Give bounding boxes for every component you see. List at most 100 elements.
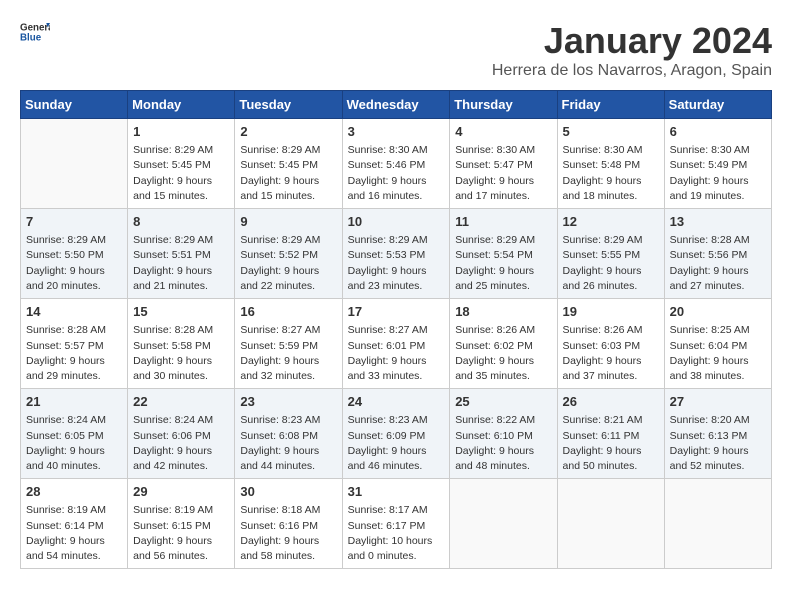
day-info: Sunrise: 8:30 AM Sunset: 5:49 PM Dayligh… <box>670 143 766 204</box>
calendar-table: SundayMondayTuesdayWednesdayThursdayFrid… <box>20 90 772 569</box>
day-number: 31 <box>348 483 445 501</box>
day-number: 6 <box>670 123 766 141</box>
weekday-header-wednesday: Wednesday <box>342 91 450 119</box>
day-info: Sunrise: 8:30 AM Sunset: 5:48 PM Dayligh… <box>563 143 659 204</box>
logo: General Blue <box>20 20 50 44</box>
day-info: Sunrise: 8:27 AM Sunset: 6:01 PM Dayligh… <box>348 323 445 384</box>
day-info: Sunrise: 8:29 AM Sunset: 5:54 PM Dayligh… <box>455 233 551 294</box>
day-info: Sunrise: 8:21 AM Sunset: 6:11 PM Dayligh… <box>563 413 659 474</box>
calendar-cell: 31 Sunrise: 8:17 AM Sunset: 6:17 PM Dayli… <box>342 479 450 569</box>
calendar-cell: 16 Sunrise: 8:27 AM Sunset: 5:59 PM Dayli… <box>235 299 342 389</box>
calendar-cell: 19Sunrise: 8:26 AM Sunset: 6:03 PM Dayli… <box>557 299 664 389</box>
calendar-cell: 18 Sunrise: 8:26 AM Sunset: 6:02 PM Dayli… <box>450 299 557 389</box>
day-info: Sunrise: 8:28 AM Sunset: 5:56 PM Dayligh… <box>670 233 766 294</box>
day-number: 7 <box>26 213 122 231</box>
day-info: Sunrise: 8:26 AM Sunset: 6:02 PM Dayligh… <box>455 323 551 384</box>
day-info: Sunrise: 8:28 AM Sunset: 5:58 PM Dayligh… <box>133 323 229 384</box>
calendar-subtitle: Herrera de los Navarros, Aragon, Spain <box>492 62 772 80</box>
week-row-1: 1 Sunrise: 8:29 AM Sunset: 5:45 PM Daylig… <box>21 119 772 209</box>
week-row-5: 28 Sunrise: 8:19 AM Sunset: 6:14 PM Dayli… <box>21 479 772 569</box>
weekday-header-sunday: Sunday <box>21 91 128 119</box>
day-info: Sunrise: 8:29 AM Sunset: 5:45 PM Dayligh… <box>133 143 229 204</box>
calendar-cell: 10 Sunrise: 8:29 AM Sunset: 5:53 PM Dayli… <box>342 209 450 299</box>
day-number: 4 <box>455 123 551 141</box>
day-number: 29 <box>133 483 229 501</box>
day-number: 22 <box>133 393 229 411</box>
calendar-cell: 13 Sunrise: 8:28 AM Sunset: 5:56 PM Dayli… <box>664 209 771 299</box>
day-info: Sunrise: 8:27 AM Sunset: 5:59 PM Dayligh… <box>240 323 336 384</box>
day-info: Sunrise: 8:19 AM Sunset: 6:15 PM Dayligh… <box>133 503 229 564</box>
calendar-cell: 15 Sunrise: 8:28 AM Sunset: 5:58 PM Dayli… <box>128 299 235 389</box>
day-info: Sunrise: 8:30 AM Sunset: 5:47 PM Dayligh… <box>455 143 551 204</box>
day-number: 20 <box>670 303 766 321</box>
day-number: 15 <box>133 303 229 321</box>
weekday-header-tuesday: Tuesday <box>235 91 342 119</box>
weekday-header-row: SundayMondayTuesdayWednesdayThursdayFrid… <box>21 91 772 119</box>
calendar-cell <box>664 479 771 569</box>
day-number: 23 <box>240 393 336 411</box>
calendar-cell: 3Sunrise: 8:30 AM Sunset: 5:46 PM Daylig… <box>342 119 450 209</box>
day-info: Sunrise: 8:29 AM Sunset: 5:52 PM Dayligh… <box>240 233 336 294</box>
day-info: Sunrise: 8:24 AM Sunset: 6:06 PM Dayligh… <box>133 413 229 474</box>
day-info: Sunrise: 8:28 AM Sunset: 5:57 PM Dayligh… <box>26 323 122 384</box>
calendar-cell: 7 Sunrise: 8:29 AM Sunset: 5:50 PM Daylig… <box>21 209 128 299</box>
calendar-cell: 5 Sunrise: 8:30 AM Sunset: 5:48 PM Daylig… <box>557 119 664 209</box>
calendar-cell: 25Sunrise: 8:22 AM Sunset: 6:10 PM Dayli… <box>450 389 557 479</box>
day-info: Sunrise: 8:29 AM Sunset: 5:45 PM Dayligh… <box>240 143 336 204</box>
day-number: 10 <box>348 213 445 231</box>
weekday-header-thursday: Thursday <box>450 91 557 119</box>
day-number: 30 <box>240 483 336 501</box>
day-info: Sunrise: 8:26 AM Sunset: 6:03 PM Dayligh… <box>563 323 659 384</box>
calendar-title: January 2024 <box>492 20 772 62</box>
day-info: Sunrise: 8:24 AM Sunset: 6:05 PM Dayligh… <box>26 413 122 474</box>
calendar-cell: 22 Sunrise: 8:24 AM Sunset: 6:06 PM Dayli… <box>128 389 235 479</box>
day-number: 3 <box>348 123 445 141</box>
week-row-4: 21 Sunrise: 8:24 AM Sunset: 6:05 PM Dayli… <box>21 389 772 479</box>
day-number: 1 <box>133 123 229 141</box>
day-number: 27 <box>670 393 766 411</box>
calendar-cell: 14 Sunrise: 8:28 AM Sunset: 5:57 PM Dayli… <box>21 299 128 389</box>
calendar-cell: 6 Sunrise: 8:30 AM Sunset: 5:49 PM Daylig… <box>664 119 771 209</box>
calendar-cell: 26Sunrise: 8:21 AM Sunset: 6:11 PM Dayli… <box>557 389 664 479</box>
day-number: 5 <box>563 123 659 141</box>
day-info: Sunrise: 8:19 AM Sunset: 6:14 PM Dayligh… <box>26 503 122 564</box>
calendar-cell: 20 Sunrise: 8:25 AM Sunset: 6:04 PM Dayli… <box>664 299 771 389</box>
day-number: 13 <box>670 213 766 231</box>
calendar-cell <box>450 479 557 569</box>
day-number: 2 <box>240 123 336 141</box>
weekday-header-friday: Friday <box>557 91 664 119</box>
calendar-cell <box>21 119 128 209</box>
week-row-2: 7 Sunrise: 8:29 AM Sunset: 5:50 PM Daylig… <box>21 209 772 299</box>
day-number: 14 <box>26 303 122 321</box>
title-area: January 2024 Herrera de los Navarros, Ar… <box>492 20 772 80</box>
weekday-header-monday: Monday <box>128 91 235 119</box>
day-number: 8 <box>133 213 229 231</box>
day-number: 28 <box>26 483 122 501</box>
day-info: Sunrise: 8:17 AM Sunset: 6:17 PM Dayligh… <box>348 503 445 564</box>
day-number: 21 <box>26 393 122 411</box>
day-info: Sunrise: 8:29 AM Sunset: 5:50 PM Dayligh… <box>26 233 122 294</box>
calendar-cell: 11 Sunrise: 8:29 AM Sunset: 5:54 PM Dayli… <box>450 209 557 299</box>
day-info: Sunrise: 8:23 AM Sunset: 6:08 PM Dayligh… <box>240 413 336 474</box>
day-info: Sunrise: 8:18 AM Sunset: 6:16 PM Dayligh… <box>240 503 336 564</box>
calendar-cell: 29 Sunrise: 8:19 AM Sunset: 6:15 PM Dayli… <box>128 479 235 569</box>
day-info: Sunrise: 8:29 AM Sunset: 5:51 PM Dayligh… <box>133 233 229 294</box>
calendar-cell: 4 Sunrise: 8:30 AM Sunset: 5:47 PM Daylig… <box>450 119 557 209</box>
calendar-cell: 24Sunrise: 8:23 AM Sunset: 6:09 PM Dayli… <box>342 389 450 479</box>
calendar-cell: 17 Sunrise: 8:27 AM Sunset: 6:01 PM Dayli… <box>342 299 450 389</box>
day-number: 18 <box>455 303 551 321</box>
day-number: 16 <box>240 303 336 321</box>
calendar-cell: 30 Sunrise: 8:18 AM Sunset: 6:16 PM Dayli… <box>235 479 342 569</box>
day-number: 17 <box>348 303 445 321</box>
day-number: 12 <box>563 213 659 231</box>
calendar-cell: 1 Sunrise: 8:29 AM Sunset: 5:45 PM Daylig… <box>128 119 235 209</box>
calendar-cell: 9Sunrise: 8:29 AM Sunset: 5:52 PM Daylig… <box>235 209 342 299</box>
day-number: 24 <box>348 393 445 411</box>
svg-text:Blue: Blue <box>20 32 42 43</box>
calendar-cell: 21 Sunrise: 8:24 AM Sunset: 6:05 PM Dayli… <box>21 389 128 479</box>
header: General Blue January 2024 Herrera de los… <box>20 20 772 80</box>
day-info: Sunrise: 8:25 AM Sunset: 6:04 PM Dayligh… <box>670 323 766 384</box>
calendar-cell: 2 Sunrise: 8:29 AM Sunset: 5:45 PM Daylig… <box>235 119 342 209</box>
day-number: 11 <box>455 213 551 231</box>
day-info: Sunrise: 8:29 AM Sunset: 5:53 PM Dayligh… <box>348 233 445 294</box>
